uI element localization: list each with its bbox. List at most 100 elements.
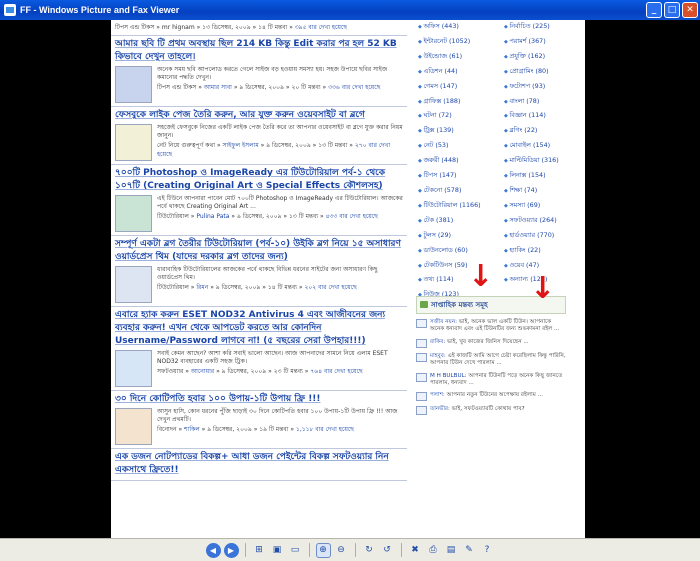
category-link[interactable]: বাংলা (78) bbox=[504, 95, 584, 110]
post-comments-link[interactable]: ১৩ টি মন্তব্য bbox=[289, 213, 318, 220]
next-image-button[interactable]: ▶ bbox=[223, 542, 239, 558]
post-title-link[interactable]: এবারে হ্যাক করুন ESET NOD32 Antivirus 4 … bbox=[115, 309, 403, 348]
category-link[interactable]: গেমস (147) bbox=[418, 80, 498, 95]
category-link[interactable]: জরুরী (448) bbox=[418, 154, 498, 169]
category-link[interactable]: লিনাক্স (154) bbox=[504, 169, 584, 184]
previous-image-button[interactable]: ◀ bbox=[205, 542, 221, 558]
post-comments-link[interactable]: ২৩ টি মন্তব্য bbox=[274, 368, 303, 375]
post-author-link[interactable]: আমার সাবা bbox=[204, 84, 232, 91]
category-link[interactable]: ট্রিক্স (139) bbox=[418, 124, 498, 139]
category-link[interactable]: এডিশন (44) bbox=[418, 65, 498, 80]
category-link[interactable]: শিক্ষা (74) bbox=[504, 184, 584, 199]
actual-size-button[interactable]: ▣ bbox=[270, 543, 285, 558]
category-link[interactable]: ডাউনলোড (60) bbox=[418, 244, 498, 259]
category-link[interactable]: ব্লগিং (22) bbox=[504, 124, 584, 139]
post-item: ৭০০টি Photoshop ও ImageReady এর টিউটোরিয… bbox=[111, 165, 407, 236]
slideshow-button[interactable]: ▭ bbox=[288, 543, 303, 558]
post-thumbnail[interactable] bbox=[115, 124, 152, 161]
category-link[interactable]: সফটওয়্যার (264) bbox=[504, 214, 584, 229]
zoom-in-button[interactable]: ⊕ bbox=[315, 542, 331, 558]
category-link[interactable]: নির্বাচিত (225) bbox=[504, 20, 584, 35]
category-link[interactable]: বিজ্ঞান (114) bbox=[504, 109, 584, 124]
post-thumbnail[interactable] bbox=[115, 350, 152, 387]
post-title-link[interactable]: ৭০০টি Photoshop ও ImageReady এর টিউটোরিয… bbox=[115, 167, 403, 193]
post-author-link[interactable]: সাইফুল ইসলাম bbox=[222, 142, 258, 149]
comment-text[interactable]: ভাই, খুব কাজের জিনিস দিয়েছেন ... bbox=[447, 339, 529, 345]
post-category-link[interactable]: সফটওয়্যার bbox=[157, 368, 183, 375]
best-fit-button[interactable]: ⊞ bbox=[252, 543, 267, 558]
post-category-link[interactable]: নেট নিয়ে গুরুত্বপূর্ণ কথা bbox=[157, 142, 215, 149]
comment-text[interactable]: ভাই, সফটওয়্যারটি কোথায় পাব? bbox=[452, 406, 525, 412]
post-title-link[interactable]: ৩০ দিনে কোটিপতি হবার ১০০ উপায়-১টি উপায়… bbox=[115, 393, 403, 406]
post-title-link[interactable]: ফেসবুকে লাইক পেজ তৈরি করুন, আর যুক্ত করু… bbox=[115, 109, 403, 122]
minimize-button[interactable]: _ bbox=[646, 2, 662, 18]
post-title-link[interactable]: এক ডজন নোটপ্যাডের বিকল্প+ আধা ডজন পেইন্ট… bbox=[115, 451, 403, 477]
post-author-link[interactable]: শাকিল bbox=[184, 426, 200, 433]
post-author-link[interactable]: আনোয়ার bbox=[191, 368, 214, 375]
post-category[interactable]: টিপস এন্ড টিকস bbox=[115, 24, 154, 31]
category-link[interactable]: সমস্যা (69) bbox=[504, 199, 584, 214]
comment-author-link[interactable]: তানভীর: bbox=[430, 406, 450, 412]
category-link[interactable]: টেক (381) bbox=[418, 214, 498, 229]
category-link[interactable]: টুলস (29) bbox=[418, 229, 498, 244]
category-link[interactable]: টেকনো (578) bbox=[418, 184, 498, 199]
category-link[interactable]: প্রোগ্রামিং (80) bbox=[504, 65, 584, 80]
category-link[interactable]: উইন্ডোজ (61) bbox=[418, 50, 498, 65]
red-down-arrow-icon: ↓ bbox=[530, 271, 556, 306]
comment-author-link[interactable]: রাকিব: bbox=[430, 339, 445, 345]
category-link[interactable]: টিপস (147) bbox=[418, 169, 498, 184]
post-views[interactable]: ৩৯৫ বার দেখা হয়েছে bbox=[295, 24, 347, 31]
category-link[interactable]: প্রযুক্তি (162) bbox=[504, 50, 584, 65]
rotate-clockwise-button[interactable]: ↻ bbox=[362, 543, 377, 558]
category-link[interactable]: মোবাইল (154) bbox=[504, 139, 584, 154]
comment-text[interactable]: আপনার নতুন টিউনের অপেক্ষায় রইলাম ... bbox=[447, 392, 543, 398]
category-link[interactable]: মাল্টিমিডিয়া (316) bbox=[504, 154, 584, 169]
category-link[interactable]: ঘটনা (72) bbox=[418, 109, 498, 124]
category-link[interactable]: গ্রাফিক্স (188) bbox=[418, 95, 498, 110]
post-comments[interactable]: ১৪ টি মন্তব্য bbox=[258, 24, 287, 31]
post-title-link[interactable]: আমার ছবি টি প্রথম অবস্থায় ছিল 214 KB কি… bbox=[115, 38, 403, 64]
print-button[interactable]: ⎙ bbox=[426, 543, 441, 558]
edit-button[interactable]: ✎ bbox=[462, 543, 477, 558]
comment-item: মাহবুব: এই কাজটি আমি আগে চেষ্টা করেছিলাম… bbox=[416, 352, 566, 368]
post-thumbnail[interactable] bbox=[115, 266, 152, 303]
category-link[interactable]: হার্ডওয়্যার (770) bbox=[504, 229, 584, 244]
comment-author-link[interactable]: মাহবুব: bbox=[430, 353, 446, 359]
post-category-link[interactable]: টিউটোরিয়াল bbox=[157, 284, 189, 291]
post-category-link[interactable]: টিপস এন্ড টিকস bbox=[157, 84, 196, 91]
category-link[interactable]: অফিস (443) bbox=[418, 20, 498, 35]
rotate-counterclockwise-button[interactable]: ↺ bbox=[380, 543, 395, 558]
post-thumbnail[interactable] bbox=[115, 66, 152, 103]
post-date: ৯ ডিসেম্বর, ২০০৯ bbox=[221, 368, 267, 375]
window-title: FF - Windows Picture and Fax Viewer bbox=[20, 5, 180, 15]
maximize-button[interactable]: □ bbox=[664, 2, 680, 18]
help-button[interactable]: ? bbox=[480, 543, 495, 558]
post-comments-link[interactable]: ১৩ টি মন্তব্য bbox=[318, 142, 347, 149]
copy-to-button[interactable]: ▤ bbox=[444, 543, 459, 558]
close-button[interactable]: ✕ bbox=[682, 2, 698, 18]
post-category-link[interactable]: বিনোদন bbox=[157, 426, 177, 433]
comment-item: তানভীর: ভাই, সফটওয়্যারটি কোথায় পাব? bbox=[416, 406, 566, 416]
post-comments-link[interactable]: ১৯ টি মন্তব্য bbox=[259, 426, 288, 433]
post-thumbnail[interactable] bbox=[115, 195, 152, 232]
category-link[interactable]: পরামর্শ (367) bbox=[504, 35, 584, 50]
category-link[interactable]: হ্যাকিং (22) bbox=[504, 244, 584, 259]
post-comments-link[interactable]: ১৪ টি মন্তব্য bbox=[268, 284, 297, 291]
delete-button[interactable]: ✖ bbox=[408, 543, 423, 558]
post-author-link[interactable]: রিমন bbox=[196, 284, 208, 291]
category-link[interactable]: নেট (53) bbox=[418, 139, 498, 154]
post-author[interactable]: mr hignam bbox=[162, 24, 195, 31]
post-author-link[interactable]: Pulina Pata bbox=[196, 213, 229, 220]
post-comments-link[interactable]: ২০ টি মন্তব্য bbox=[291, 84, 320, 91]
comment-author-link[interactable]: পলাশ: bbox=[430, 392, 445, 398]
category-link[interactable]: ইন্টারনেট (1052) bbox=[418, 35, 498, 50]
comment-text[interactable]: এই কাজটি আমি আগে চেষ্টা করেছিলাম কিন্তু … bbox=[430, 353, 566, 366]
post-category-link[interactable]: টিউটোরিয়াল bbox=[157, 213, 189, 220]
post-title-link[interactable]: সম্পূর্ণ একটা ব্লগ তৈরীর টিউটোরিয়াল (পর… bbox=[115, 238, 403, 264]
category-link[interactable]: টিউটোরিয়াল (1166) bbox=[418, 199, 498, 214]
post-thumbnail[interactable] bbox=[115, 408, 152, 445]
comment-author-link[interactable]: M H BULBUL: bbox=[430, 373, 467, 379]
comment-author-link[interactable]: সজীব নয়ন: bbox=[430, 319, 457, 325]
zoom-out-button[interactable]: ⊖ bbox=[334, 543, 349, 558]
category-link[interactable]: ফটোশপ (93) bbox=[504, 80, 584, 95]
